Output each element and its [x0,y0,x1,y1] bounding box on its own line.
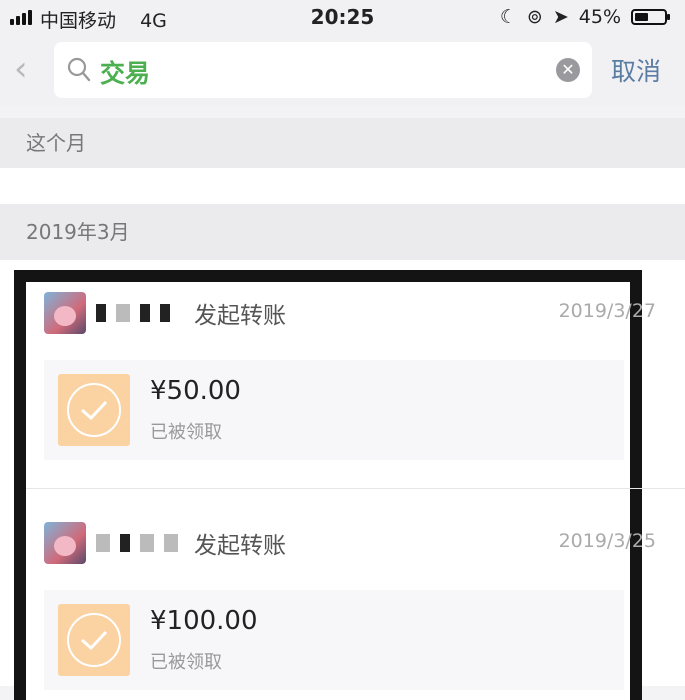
status-right: ☾ ⊚ ➤ 45% [499,6,670,28]
location-icon: ➤ [552,6,569,28]
amount: ¥50.00 [150,376,241,406]
moon-icon: ☾ [499,6,517,28]
empty-list-area [0,168,685,204]
redacted-name [96,534,178,552]
record-date: 2019/3/27 [558,300,656,322]
section-header-this-month: 这个月 [0,118,685,168]
transfer-card[interactable]: ¥50.00 已被领取 [44,360,624,460]
cancel-button[interactable]: 取消 [611,52,661,88]
search-icon [67,57,91,82]
highlight-frame: 发起转账 2019/3/27 ¥50.00 已被领取 发起转账 2019/3/2… [14,270,685,700]
record-title: 发起转账 [194,303,286,329]
status-bar: 中国移动 4G 20:25 ☾ ⊚ ➤ 45% [0,0,685,36]
rotation-lock-icon: ⊚ [526,6,543,28]
search-query: 交易 [100,59,151,88]
divider [26,488,685,489]
clear-icon[interactable]: ✕ [556,58,580,82]
battery-percent: 45% [578,6,621,28]
list-item[interactable]: 发起转账 2019/3/27 [44,292,656,338]
record-date: 2019/3/25 [558,530,656,552]
search-input[interactable]: 交易 ✕ [54,42,592,98]
redacted-name [96,304,170,322]
status-text: 已被领取 [150,652,222,673]
list-item[interactable]: 发起转账 2019/3/25 [44,522,656,568]
search-header: ‹ 交易 ✕ 取消 [0,36,685,106]
check-icon [58,604,130,676]
back-chevron-icon[interactable]: ‹ [14,52,28,86]
record-title: 发起转账 [194,533,286,559]
transfer-card[interactable]: ¥100.00 已被领取 [44,590,624,690]
battery-icon [631,9,670,25]
status-text: 已被领取 [150,422,222,443]
avatar [44,522,86,564]
avatar [44,292,86,334]
amount: ¥100.00 [150,606,258,636]
section-header-march-2019: 2019年3月 [0,204,685,260]
check-icon [58,374,130,446]
